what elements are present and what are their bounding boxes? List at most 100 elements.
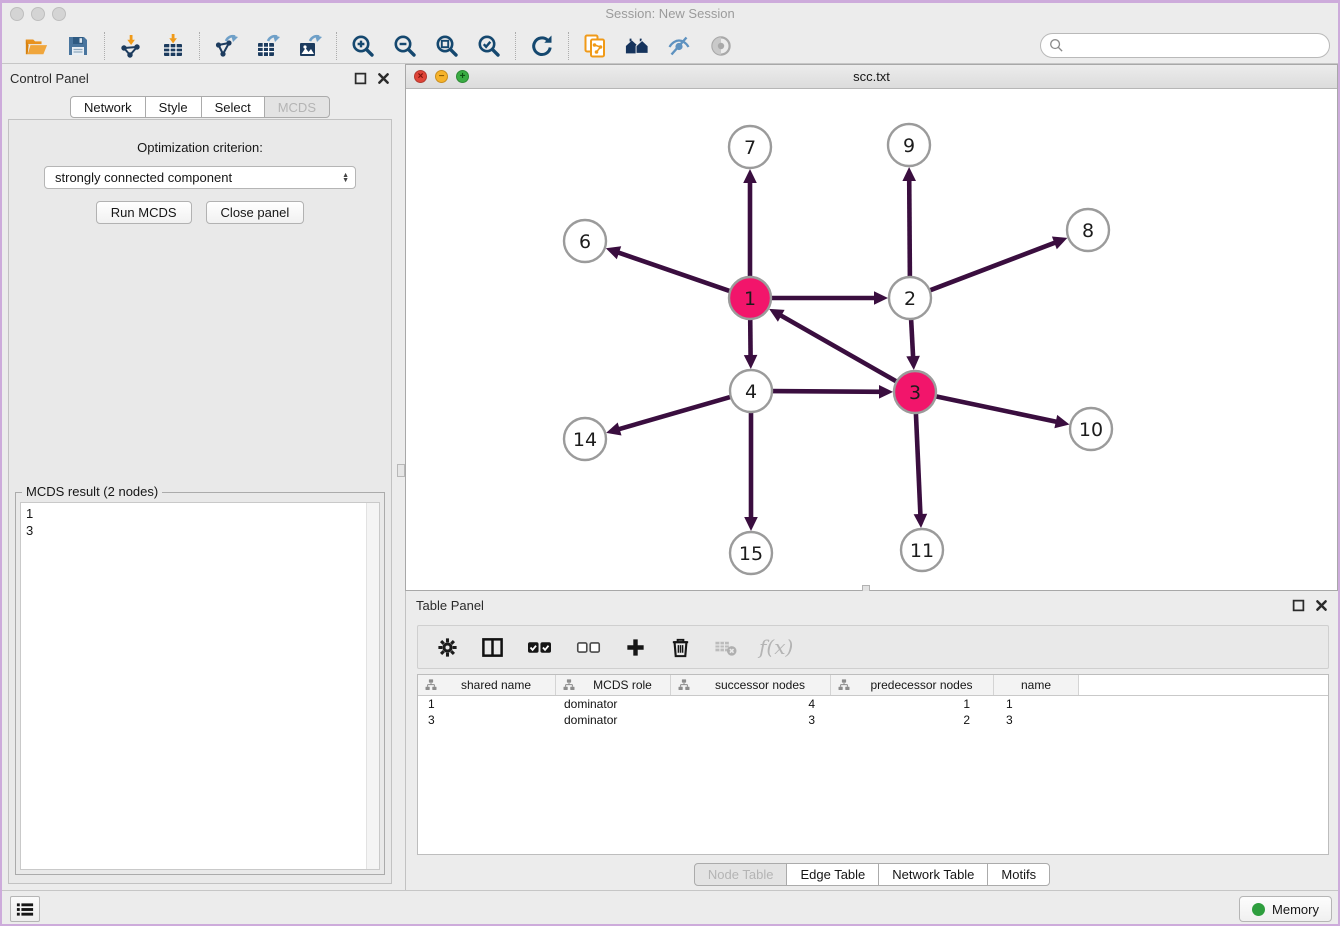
mcds-result-text: 1 3 [21, 503, 365, 869]
arrowhead-icon [606, 423, 621, 436]
tab-motifs[interactable]: Motifs [987, 863, 1050, 886]
open-file-icon[interactable] [23, 33, 49, 59]
table-cell[interactable]: 1 [831, 697, 994, 711]
mcds-result-group: MCDS result (2 nodes) 1 3 [15, 492, 385, 875]
toolbar-group [569, 33, 747, 59]
control-panel-title: Control Panel [10, 71, 89, 86]
column-header-predecessor-nodes[interactable]: predecessor nodes [831, 675, 994, 695]
column-view-icon[interactable] [481, 636, 504, 659]
tree-icon [418, 679, 437, 691]
save-session-icon[interactable] [65, 33, 91, 59]
node-table: shared nameMCDS rolesuccessor nodesprede… [417, 674, 1329, 855]
tab-network-table[interactable]: Network Table [878, 863, 988, 886]
toolbar-group [337, 33, 515, 59]
run-mcds-button[interactable]: Run MCDS [96, 201, 192, 224]
node-label-2: 2 [904, 288, 916, 310]
optimization-criterion-label: Optimization criterion: [9, 140, 391, 155]
close-panel-icon[interactable] [377, 72, 390, 85]
edge-3-10[interactable] [934, 396, 1059, 422]
tab-node-table[interactable]: Node Table [694, 863, 788, 886]
import-table-icon[interactable] [160, 33, 186, 59]
table-cell[interactable]: 1 [994, 697, 1079, 711]
edge-3-1[interactable] [779, 314, 899, 382]
table-cell[interactable]: dominator [556, 713, 671, 727]
clone-network-icon[interactable] [582, 33, 608, 59]
edge-2-3[interactable] [911, 317, 913, 359]
node-label-6: 6 [579, 231, 591, 253]
hide-graphics-details-icon[interactable] [666, 33, 692, 59]
node-label-7: 7 [744, 137, 756, 159]
export-table-icon[interactable] [255, 33, 281, 59]
node-label-3: 3 [909, 382, 921, 404]
result-scrollbar[interactable] [366, 503, 379, 869]
network-window-titlebar[interactable]: × − + scc.txt [406, 65, 1337, 89]
select-all-icon[interactable] [526, 636, 553, 659]
zoom-in-icon[interactable] [350, 33, 376, 59]
network-canvas[interactable]: 7968124314101511 [406, 89, 1337, 590]
table-cell[interactable]: 3 [671, 713, 831, 727]
toolbar-group [10, 33, 104, 59]
function-builder-icon: f(x) [759, 635, 793, 659]
table-cell[interactable]: 2 [831, 713, 994, 727]
close-table-panel-icon[interactable] [1315, 599, 1328, 612]
panel-splitter-handle[interactable] [397, 464, 405, 477]
table-cell[interactable]: 4 [671, 697, 831, 711]
memory-button[interactable]: Memory [1239, 896, 1332, 922]
column-header-shared-name[interactable]: shared name [418, 675, 556, 695]
edge-2-8[interactable] [928, 242, 1057, 291]
gear-icon[interactable] [436, 636, 459, 659]
tab-style[interactable]: Style [145, 96, 202, 118]
criterion-select[interactable]: strongly connected component ▲▼ [44, 166, 356, 189]
arrowhead-icon [1054, 415, 1069, 428]
float-panel-icon[interactable] [354, 72, 367, 85]
arrowhead-icon [744, 355, 758, 369]
close-panel-button[interactable]: Close panel [206, 201, 305, 224]
unselect-all-icon[interactable] [575, 636, 602, 659]
mcds-result-title: MCDS result (2 nodes) [22, 484, 162, 499]
column-header-mcds-role[interactable]: MCDS role [556, 675, 671, 695]
table-panel-header: Table Panel [406, 591, 1338, 621]
tree-icon [831, 679, 850, 691]
edge-2-9[interactable] [909, 178, 910, 279]
tab-edge-table[interactable]: Edge Table [786, 863, 879, 886]
criterion-select-value: strongly connected component [55, 170, 342, 185]
zoom-out-icon[interactable] [392, 33, 418, 59]
tab-bar: Node TableEdge TableNetwork TableMotifs [694, 863, 1050, 886]
zoom-fit-icon[interactable] [434, 33, 460, 59]
edge-4-14[interactable] [617, 396, 733, 430]
mcds-result-textarea[interactable]: 1 3 [20, 502, 380, 870]
table-cell[interactable]: dominator [556, 697, 671, 711]
delete-row-icon[interactable] [669, 636, 692, 659]
arrowhead-icon [606, 246, 621, 259]
search-box[interactable] [1040, 33, 1330, 58]
tab-network[interactable]: Network [70, 96, 146, 118]
column-header-name[interactable]: name [994, 675, 1079, 695]
tab-bar: NetworkStyleSelectMCDS [70, 96, 330, 118]
table-cell[interactable]: 3 [994, 713, 1079, 727]
table-row: 3dominator323 [418, 712, 1328, 728]
node-label-11: 11 [910, 540, 934, 562]
add-row-icon[interactable] [624, 636, 647, 659]
export-image-icon[interactable] [297, 33, 323, 59]
table-cell[interactable]: 1 [418, 697, 556, 711]
task-history-button[interactable] [10, 896, 40, 922]
table-cell[interactable]: 3 [418, 713, 556, 727]
node-label-10: 10 [1079, 419, 1103, 441]
column-header-successor-nodes[interactable]: successor nodes [671, 675, 831, 695]
export-network-icon[interactable] [213, 33, 239, 59]
refresh-view-icon[interactable] [529, 33, 555, 59]
edge-1-6[interactable] [616, 252, 732, 292]
zoom-selected-icon[interactable] [476, 33, 502, 59]
edge-4-3[interactable] [770, 391, 882, 392]
show-graphics-details-icon[interactable] [708, 33, 734, 59]
home-icon[interactable] [624, 33, 650, 59]
edge-3-11[interactable] [916, 411, 921, 517]
node-label-9: 9 [903, 135, 915, 157]
import-network-icon[interactable] [118, 33, 144, 59]
search-input[interactable] [1069, 38, 1321, 53]
status-bar: Memory [0, 890, 1340, 926]
float-table-panel-icon[interactable] [1292, 599, 1305, 612]
tab-mcds[interactable]: MCDS [264, 96, 330, 118]
control-panel-header: Control Panel [0, 64, 400, 94]
tab-select[interactable]: Select [201, 96, 265, 118]
